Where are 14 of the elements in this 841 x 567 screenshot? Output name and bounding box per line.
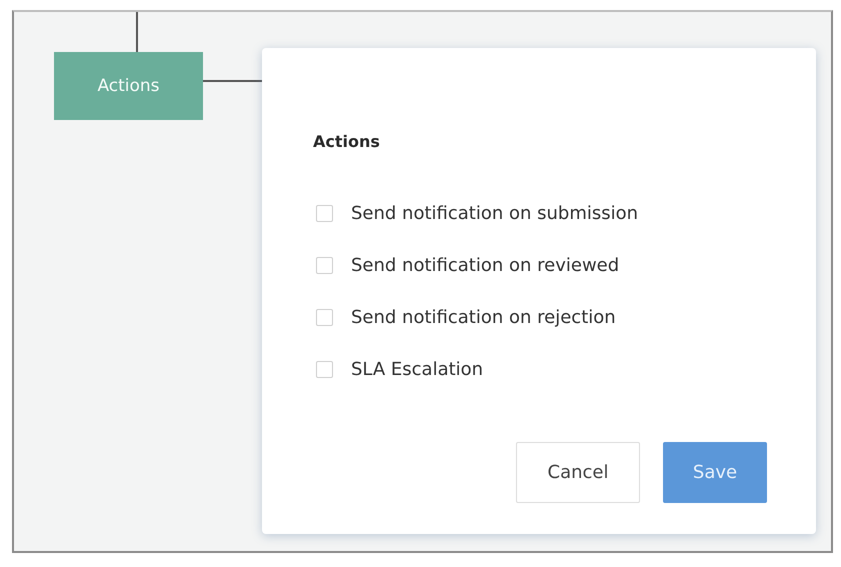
dialog-title: Actions (313, 132, 381, 151)
actions-node[interactable]: Actions (54, 52, 203, 120)
checkbox[interactable] (316, 360, 333, 378)
option-label: SLA Escalation (351, 358, 484, 380)
option-label: Send notification on reviewed (351, 254, 620, 276)
cancel-button[interactable]: Cancel (516, 442, 640, 503)
save-button[interactable]: Save (663, 442, 767, 503)
connector-line (136, 12, 138, 52)
option-label: Send notification on rejection (351, 306, 616, 328)
checkbox[interactable] (316, 308, 333, 326)
option-label: Send notification on submission (351, 202, 638, 224)
connector-line (203, 80, 262, 82)
checkbox[interactable] (316, 256, 333, 274)
checkbox[interactable] (316, 204, 333, 222)
